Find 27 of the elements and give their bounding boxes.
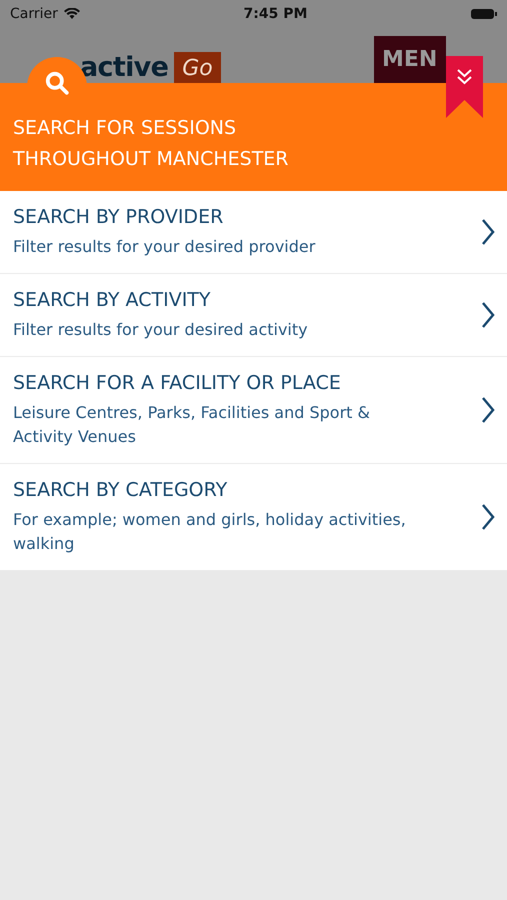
option-subtitle: Filter results for your desired provider [13,236,316,258]
logo-badge: Go [174,52,221,85]
logo-text: active [80,51,168,85]
menu-button[interactable]: MEN [374,36,446,83]
status-time: 7:45 PM [244,4,308,24]
carrier-label: Carrier [10,4,58,24]
option-subtitle: For example; women and girls, holiday activities, walking [13,509,407,555]
search-option-row[interactable]: SEARCH BY ACTIVITY Filter results for your desired activity [0,274,507,357]
battery-icon [471,8,497,20]
search-option-row[interactable]: SEARCH BY CATEGORY For example; women and girls, holiday activities, walking [0,464,507,571]
option-title: SEARCH BY CATEGORY [13,478,228,502]
wifi-icon [64,8,80,20]
option-subtitle: Leisure Centres, Parks, Facilities and Sport & Activity Venues [13,402,372,448]
search-option-row[interactable]: SEARCH FOR A FACILITY OR PLACE Leisure Centres, Parks, Facilities and Sport & Activity Venues [0,357,507,464]
banner-title: THROUGHOUT MANCHESTER [13,147,290,172]
chevron-right-icon [481,301,495,329]
chevron-right-icon [481,396,495,424]
option-title: SEARCH BY PROVIDER [13,205,224,229]
banner-title: SEARCH FOR SESSIONS [13,116,238,141]
chevron-right-icon [481,503,495,531]
chevron-right-icon [481,218,495,246]
collapse-bookmark-icon[interactable] [446,56,483,118]
search-option-row[interactable]: SEARCH BY PROVIDER Filter results for your desired provider [0,191,507,274]
option-title: SEARCH BY ACTIVITY [13,288,212,312]
search-icon[interactable] [44,70,70,96]
option-subtitle: Filter results for your desired activity [13,319,309,341]
option-title: SEARCH FOR A FACILITY OR PLACE [13,371,342,395]
